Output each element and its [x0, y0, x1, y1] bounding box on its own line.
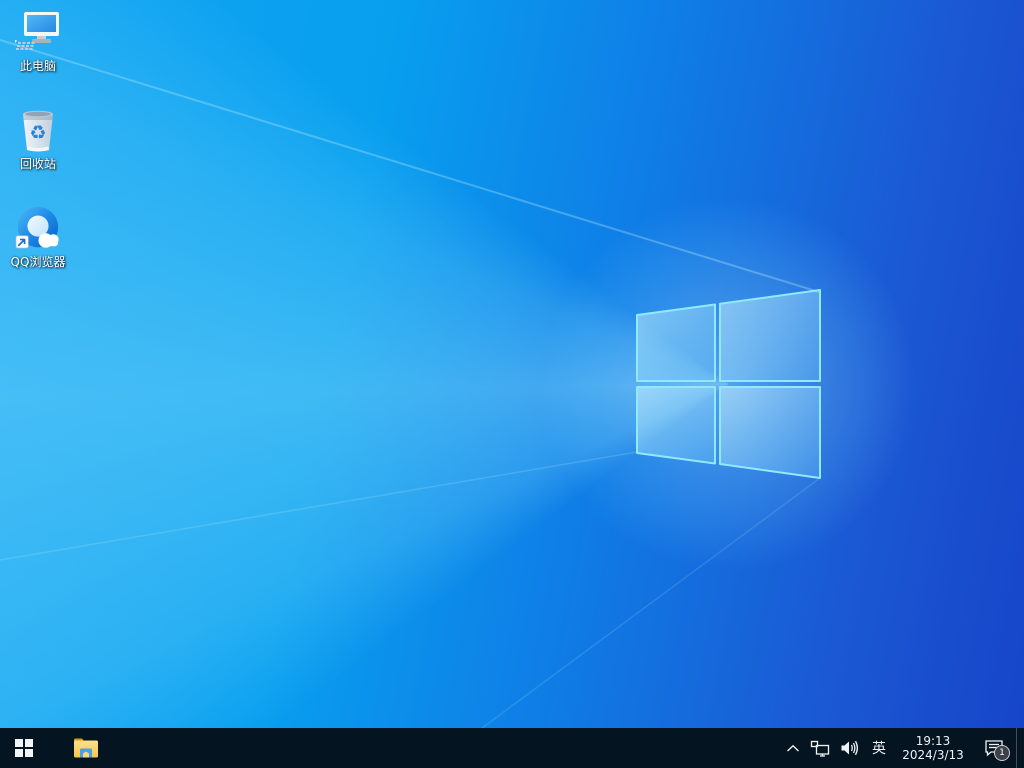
- language-indicator[interactable]: 英: [864, 728, 894, 768]
- desktop-icon-qq-browser[interactable]: QQ浏览器: [0, 198, 76, 294]
- notification-badge: 1: [994, 745, 1010, 761]
- clock[interactable]: 19:13 2024/3/13: [894, 728, 972, 768]
- volume-button[interactable]: [835, 728, 864, 768]
- clock-date: 2024/3/13: [902, 748, 964, 762]
- start-icon: [15, 739, 33, 757]
- recycle-bin-icon: ♻: [14, 106, 62, 154]
- start-button[interactable]: [0, 728, 48, 768]
- network-status-button[interactable]: [805, 728, 835, 768]
- desktop-wallpaper: [0, 0, 1024, 768]
- language-label: 英: [872, 738, 886, 758]
- qq-browser-icon: [14, 204, 62, 252]
- taskbar: 英 19:13 2024/3/13 1: [0, 728, 1024, 768]
- desktop-icon-recycle-bin[interactable]: ♻ 回收站: [0, 100, 76, 196]
- desktop-icon-grid: 此电脑 ♻ 回收站: [0, 2, 78, 296]
- taskbar-empty-area: [110, 728, 781, 768]
- this-pc-icon: [14, 8, 62, 56]
- desktop-icon-label: 此电脑: [20, 59, 56, 73]
- file-explorer-icon: [73, 737, 99, 759]
- volume-icon: [840, 740, 859, 756]
- tray-chevron-button[interactable]: [781, 728, 805, 768]
- shortcut-arrow-badge: [16, 236, 28, 248]
- show-desktop-button[interactable]: [1016, 728, 1024, 768]
- desktop-icon-label: 回收站: [20, 157, 56, 171]
- action-center-button[interactable]: 1: [972, 728, 1016, 768]
- clock-time: 19:13: [916, 734, 951, 748]
- svg-text:♻: ♻: [29, 122, 46, 144]
- network-icon: [810, 740, 830, 757]
- desktop-icon-this-pc[interactable]: 此电脑: [0, 2, 76, 98]
- desktop-icon-label: QQ浏览器: [11, 255, 66, 269]
- file-explorer-button[interactable]: [62, 728, 110, 768]
- chevron-up-icon: [786, 744, 800, 753]
- system-tray: 英 19:13 2024/3/13 1: [781, 728, 1024, 768]
